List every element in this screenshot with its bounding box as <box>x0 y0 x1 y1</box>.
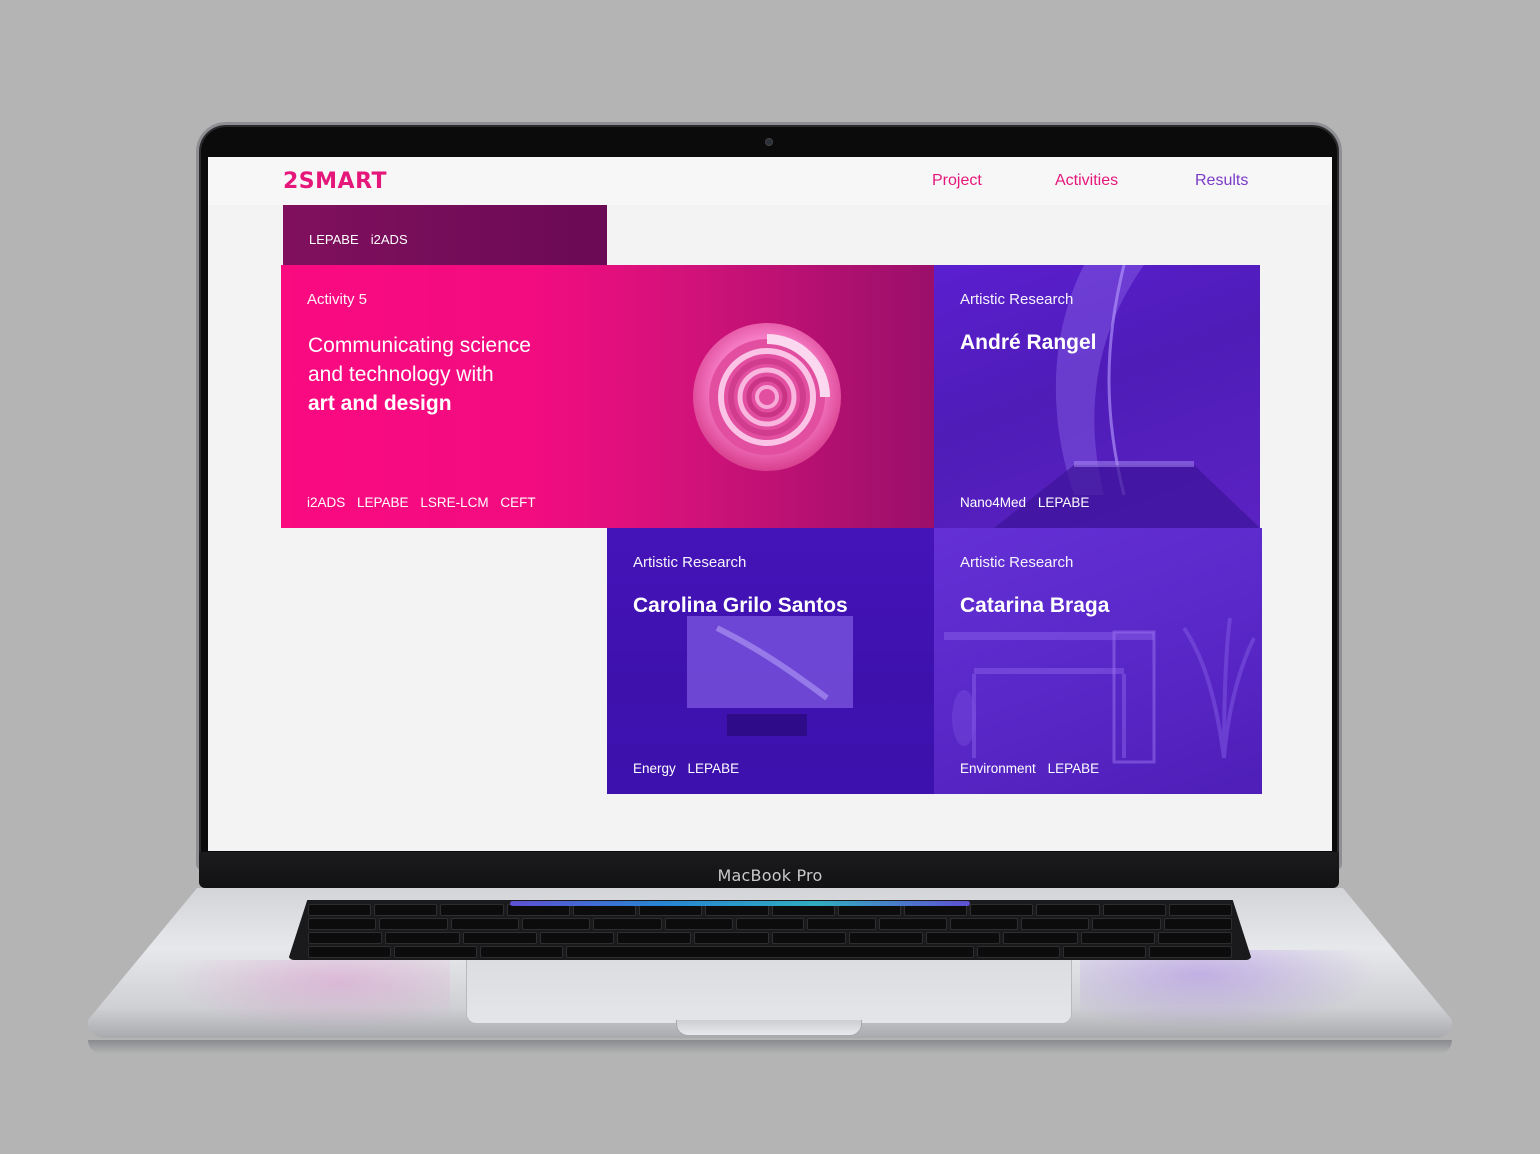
tag-lepabe[interactable]: LEPABE <box>309 232 359 247</box>
concentric-rings-icon <box>693 323 841 471</box>
tag-lsre-lcm[interactable]: LSRE-LCM <box>420 495 488 510</box>
tag-environment[interactable]: Environment <box>960 761 1036 776</box>
tag-nano4med[interactable]: Nano4Med <box>960 495 1026 510</box>
artist-card-carolina-grilo-santos[interactable]: Artistic Research Carolina Grilo Santos … <box>607 528 934 794</box>
card-label: Activity 5 <box>307 291 368 308</box>
nav-results[interactable]: Results <box>1195 172 1248 190</box>
site-logo[interactable]: 2SMART <box>283 169 387 194</box>
artist-name: Catarina Braga <box>960 594 1110 617</box>
screen-reflection <box>170 960 450 1030</box>
tag-lepabe[interactable]: LEPABE <box>688 761 740 776</box>
headline-line-2: and technology with <box>308 363 494 386</box>
featured-activity-card[interactable]: Activity 5 Communicating science and tec… <box>281 265 934 528</box>
tag-ceft[interactable]: CEFT <box>500 495 535 510</box>
headline-line-1: Communicating science <box>308 334 531 357</box>
card-tags: Nano4Med LEPABE <box>960 495 1097 510</box>
card-label: Artistic Research <box>960 291 1074 308</box>
card-tags: i2ADS LEPABE LSRE-LCM CEFT <box>307 495 544 510</box>
headline-bold: art and design <box>308 392 452 415</box>
tag-i2ads[interactable]: i2ADS <box>371 232 408 247</box>
card-tags: Energy LEPABE <box>633 761 747 776</box>
tag-lepabe[interactable]: LEPABE <box>1048 761 1100 776</box>
nav-activities[interactable]: Activities <box>1055 172 1118 190</box>
device-brand-label: MacBook Pro <box>717 866 823 885</box>
screen-reflection <box>1080 950 1380 1030</box>
touch-bar <box>510 901 970 906</box>
artist-card-andre-rangel[interactable]: Artistic Research André Rangel Nano4Med … <box>934 265 1260 528</box>
artist-card-catarina-braga[interactable]: Artistic Research Catarina Braga Environ… <box>934 528 1262 794</box>
card-label: Artistic Research <box>960 554 1074 571</box>
keyboard <box>288 900 1252 960</box>
tag-i2ads[interactable]: i2ADS <box>307 495 345 510</box>
nav-project[interactable]: Project <box>932 172 982 190</box>
trackpad <box>466 960 1072 1024</box>
card-headline: Communicating science and technology wit… <box>308 331 608 418</box>
artist-name: André Rangel <box>960 331 1097 354</box>
webcam-icon <box>765 138 773 146</box>
card-tags: Environment LEPABE <box>960 761 1107 776</box>
tag-lepabe[interactable]: LEPABE <box>357 495 409 510</box>
card-label: Artistic Research <box>633 554 747 571</box>
site-header: 2SMART Project Activities Results <box>208 157 1332 205</box>
tag-energy[interactable]: Energy <box>633 761 676 776</box>
artist-name: Carolina Grilo Santos <box>633 594 848 617</box>
top-tag-bar: LEPABE i2ADS <box>283 205 607 265</box>
tag-lepabe[interactable]: LEPABE <box>1038 495 1090 510</box>
lid-opening-notch <box>676 1020 862 1036</box>
browser-viewport: 2SMART Project Activities Results LEPABE… <box>208 157 1332 851</box>
laptop-base-edge <box>88 1040 1452 1054</box>
